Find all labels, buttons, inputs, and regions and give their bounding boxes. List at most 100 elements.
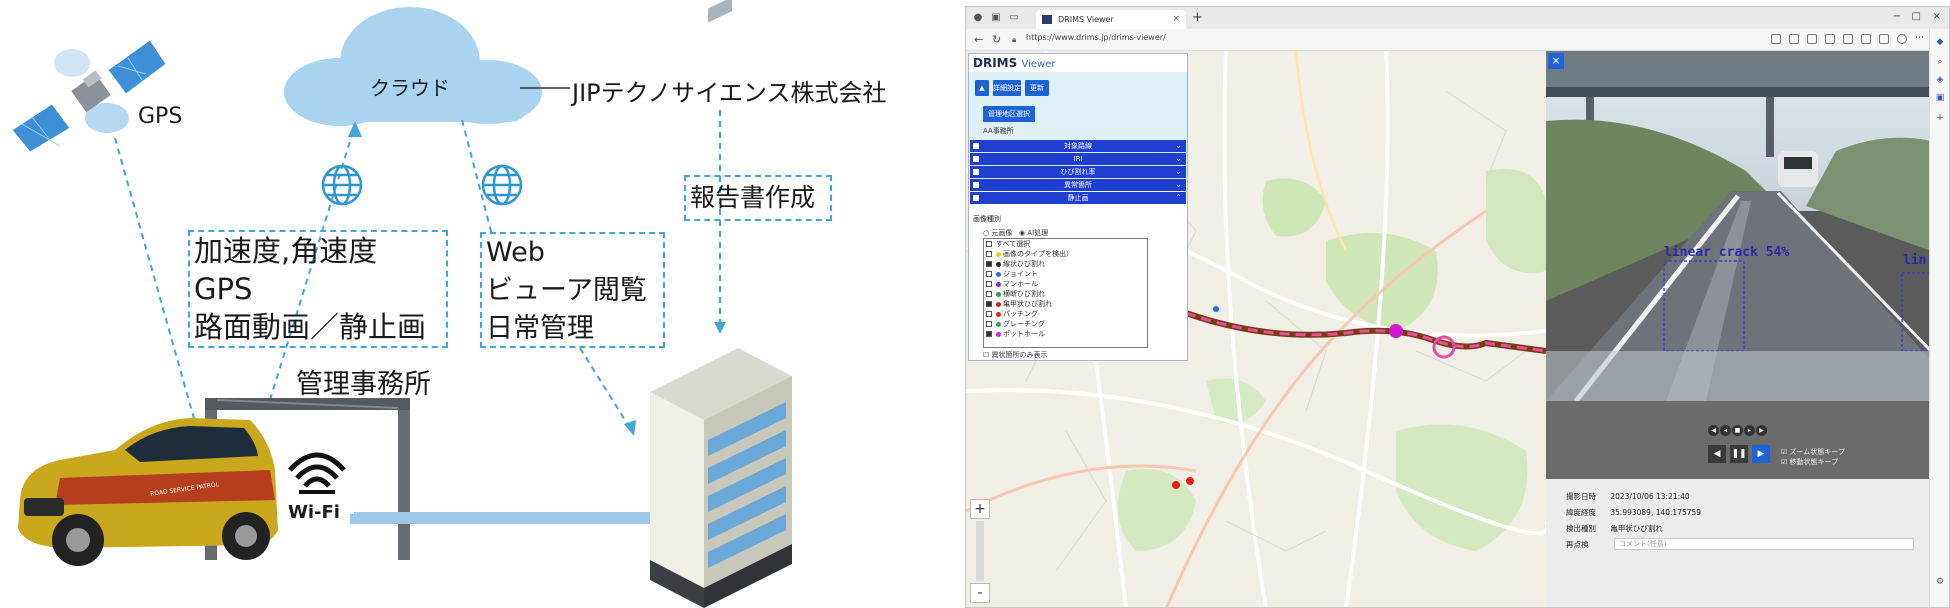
section-label: IRI (1073, 155, 1083, 163)
tab-bar: ● ▣ ▭ DRIMS Viewer × + − □ × (966, 7, 1949, 29)
section-crack-rate[interactable]: ひび割れ率 ⌄ (970, 166, 1186, 178)
browser-essentials-icon[interactable] (1879, 34, 1889, 44)
road-video-frame[interactable]: linear crack 54% lin (1546, 51, 1931, 401)
defect-type-item[interactable]: すべて選択 (984, 239, 1147, 249)
maximize-button[interactable]: □ (1912, 11, 1921, 22)
add-sidebar-icon[interactable]: + (1935, 113, 1945, 123)
tab-actions-icon[interactable]: ▭ (1008, 12, 1020, 24)
checkbox-icon[interactable]: ☑ (1781, 458, 1787, 466)
new-tab-button[interactable]: + (1192, 10, 1203, 25)
chevron-down-icon[interactable]: ⌄ (1175, 179, 1182, 191)
prev-frame-button[interactable]: ◂ (1720, 425, 1731, 436)
radio-ai-label[interactable]: AI処理 (1027, 229, 1048, 237)
url-field[interactable]: https://www.drims.jp/drims-viewer/ (1026, 33, 1166, 42)
collapse-panel-button[interactable]: ▲ (975, 80, 989, 96)
defect-type-item[interactable]: 線状ひび割れ (984, 259, 1147, 269)
drims-control-panel: DRIMS Viewer ▲ 詳細設定 更新 管理地区選択 AA事務所 対象路線… (968, 53, 1188, 361)
zoom-out-button[interactable]: - (970, 583, 990, 603)
marker-color-dot-icon (996, 281, 1001, 287)
checkbox-icon[interactable] (986, 291, 992, 297)
profile-icon[interactable]: ● (972, 12, 984, 24)
chevron-down-icon[interactable]: ⌄ (1175, 166, 1182, 178)
update-button[interactable]: 更新 (1025, 80, 1049, 96)
defect-type-item[interactable]: マンホール (984, 279, 1147, 289)
radio-original-icon[interactable]: ○ (983, 229, 989, 237)
checkbox-icon[interactable] (986, 241, 992, 247)
info-row-datetime: 撮影日時 2023/10/06 13:21:40 (1566, 491, 1690, 502)
split-screen-icon[interactable] (1825, 34, 1835, 44)
checkbox-icon[interactable]: ☑ (1781, 448, 1787, 456)
defect-type-item[interactable]: ジョイント (984, 269, 1147, 279)
section-checkbox-checked[interactable] (973, 195, 979, 201)
close-video-button[interactable]: × (1548, 53, 1564, 69)
section-target-route[interactable]: 対象路線 ⌄ (970, 140, 1186, 152)
chevron-down-icon[interactable]: ⌄ (1175, 153, 1182, 165)
section-checkbox[interactable] (973, 169, 979, 175)
refresh-icon[interactable]: ↻ (992, 33, 1001, 46)
section-checkbox[interactable] (973, 143, 979, 149)
anomaly-only-toggle[interactable]: ☐ 異状箇所のみ表示 (983, 350, 1048, 360)
section-checkbox[interactable] (973, 182, 979, 188)
report-arrowhead (714, 322, 726, 334)
checkbox-icon[interactable] (986, 321, 992, 327)
marker-color-dot-icon (996, 251, 1001, 257)
pause-button[interactable]: ❚❚ (1730, 445, 1748, 463)
search-icon[interactable]: ⌕ (1935, 57, 1945, 67)
collections-icon[interactable] (1861, 34, 1871, 44)
read-aloud-icon[interactable] (1771, 34, 1781, 44)
checkbox-icon[interactable] (986, 311, 992, 317)
defect-type-item[interactable]: 亀甲状ひび割れ (984, 299, 1147, 309)
defect-type-item[interactable]: 画像のタイプを検出） (984, 249, 1147, 259)
tab-drims-viewer[interactable]: DRIMS Viewer × (1036, 10, 1186, 29)
select-area-button[interactable]: 管理地区選択 (983, 106, 1035, 122)
workspaces-icon[interactable]: ▣ (990, 12, 1002, 24)
keep-zoom-option[interactable]: ☑ ズーム状態キープ (1781, 447, 1845, 457)
keep-move-option[interactable]: ☑ 移動状態キープ (1781, 457, 1838, 467)
checkbox-icon[interactable] (986, 271, 992, 277)
report-box: 報告書作成 (684, 175, 832, 221)
section-anomaly[interactable]: 異常箇所 ⌄ (970, 179, 1186, 191)
favorites-bar-icon[interactable] (1843, 34, 1853, 44)
zoom-in-button[interactable]: + (970, 499, 990, 519)
checkbox-icon[interactable]: ☐ (983, 351, 989, 359)
chevron-down-icon[interactable]: ⌄ (1175, 140, 1182, 152)
comment-input[interactable]: コメント(任意) (1614, 538, 1914, 550)
defect-type-item[interactable]: パッチング (984, 309, 1147, 319)
last-frame-button[interactable]: ▶ (1756, 425, 1767, 436)
detail-settings-button[interactable]: 詳細設定 (993, 80, 1021, 96)
radio-ai-icon[interactable]: ◉ (1019, 229, 1025, 237)
rewind-button[interactable]: ◀ (1708, 445, 1726, 463)
play-button[interactable]: ▶ (1752, 445, 1770, 463)
back-icon[interactable]: ← (974, 33, 983, 46)
outlook-icon[interactable]: ▣ (1935, 93, 1945, 103)
tab-close-icon[interactable]: × (1172, 10, 1180, 29)
more-menu-icon[interactable]: ⋯ (1915, 34, 1925, 44)
map-canvas[interactable]: DRIMS Viewer ▲ 詳細設定 更新 管理地区選択 AA事務所 対象路線… (966, 51, 1546, 607)
next-frame-button[interactable]: ▸ (1744, 425, 1755, 436)
section-iri[interactable]: IRI ⌄ (970, 153, 1186, 165)
stop-button[interactable]: ■ (1732, 425, 1743, 436)
defect-type-item[interactable]: グレーチング (984, 319, 1147, 329)
checkbox-icon[interactable] (986, 251, 992, 257)
extensions-icon[interactable] (1807, 34, 1817, 44)
close-window-button[interactable]: × (1933, 11, 1941, 22)
section-still-image[interactable]: 静止画 ⌃ (970, 192, 1186, 204)
minimize-button[interactable]: − (1893, 11, 1901, 22)
checkbox-icon[interactable] (986, 281, 992, 287)
checkbox-icon[interactable] (986, 301, 992, 307)
checkbox-icon[interactable] (986, 331, 992, 337)
profile-avatar-icon[interactable] (1897, 34, 1907, 44)
sidebar-settings-icon[interactable]: ⚙ (1935, 577, 1945, 587)
checkbox-icon[interactable] (986, 261, 992, 267)
defect-type-item[interactable]: ポットホール (984, 329, 1147, 339)
chevron-up-icon[interactable]: ⌃ (1175, 192, 1182, 204)
defect-type-list[interactable]: すべて選択 画像のタイプを検出） 線状ひび割れ ジョイント マンホール 横断ひび割れ 亀甲状… (983, 238, 1148, 348)
first-frame-button[interactable]: ◀ (1708, 425, 1719, 436)
copilot-icon[interactable]: ◆ (1935, 37, 1945, 47)
favorite-icon[interactable] (1789, 34, 1799, 44)
radio-original-label[interactable]: 元画像 (991, 229, 1012, 237)
defect-type-item[interactable]: 横断ひび割れ (984, 289, 1147, 299)
shopping-icon[interactable]: ◈ (1935, 75, 1945, 85)
zoom-slider-track[interactable] (976, 521, 984, 581)
section-checkbox[interactable] (973, 156, 979, 162)
